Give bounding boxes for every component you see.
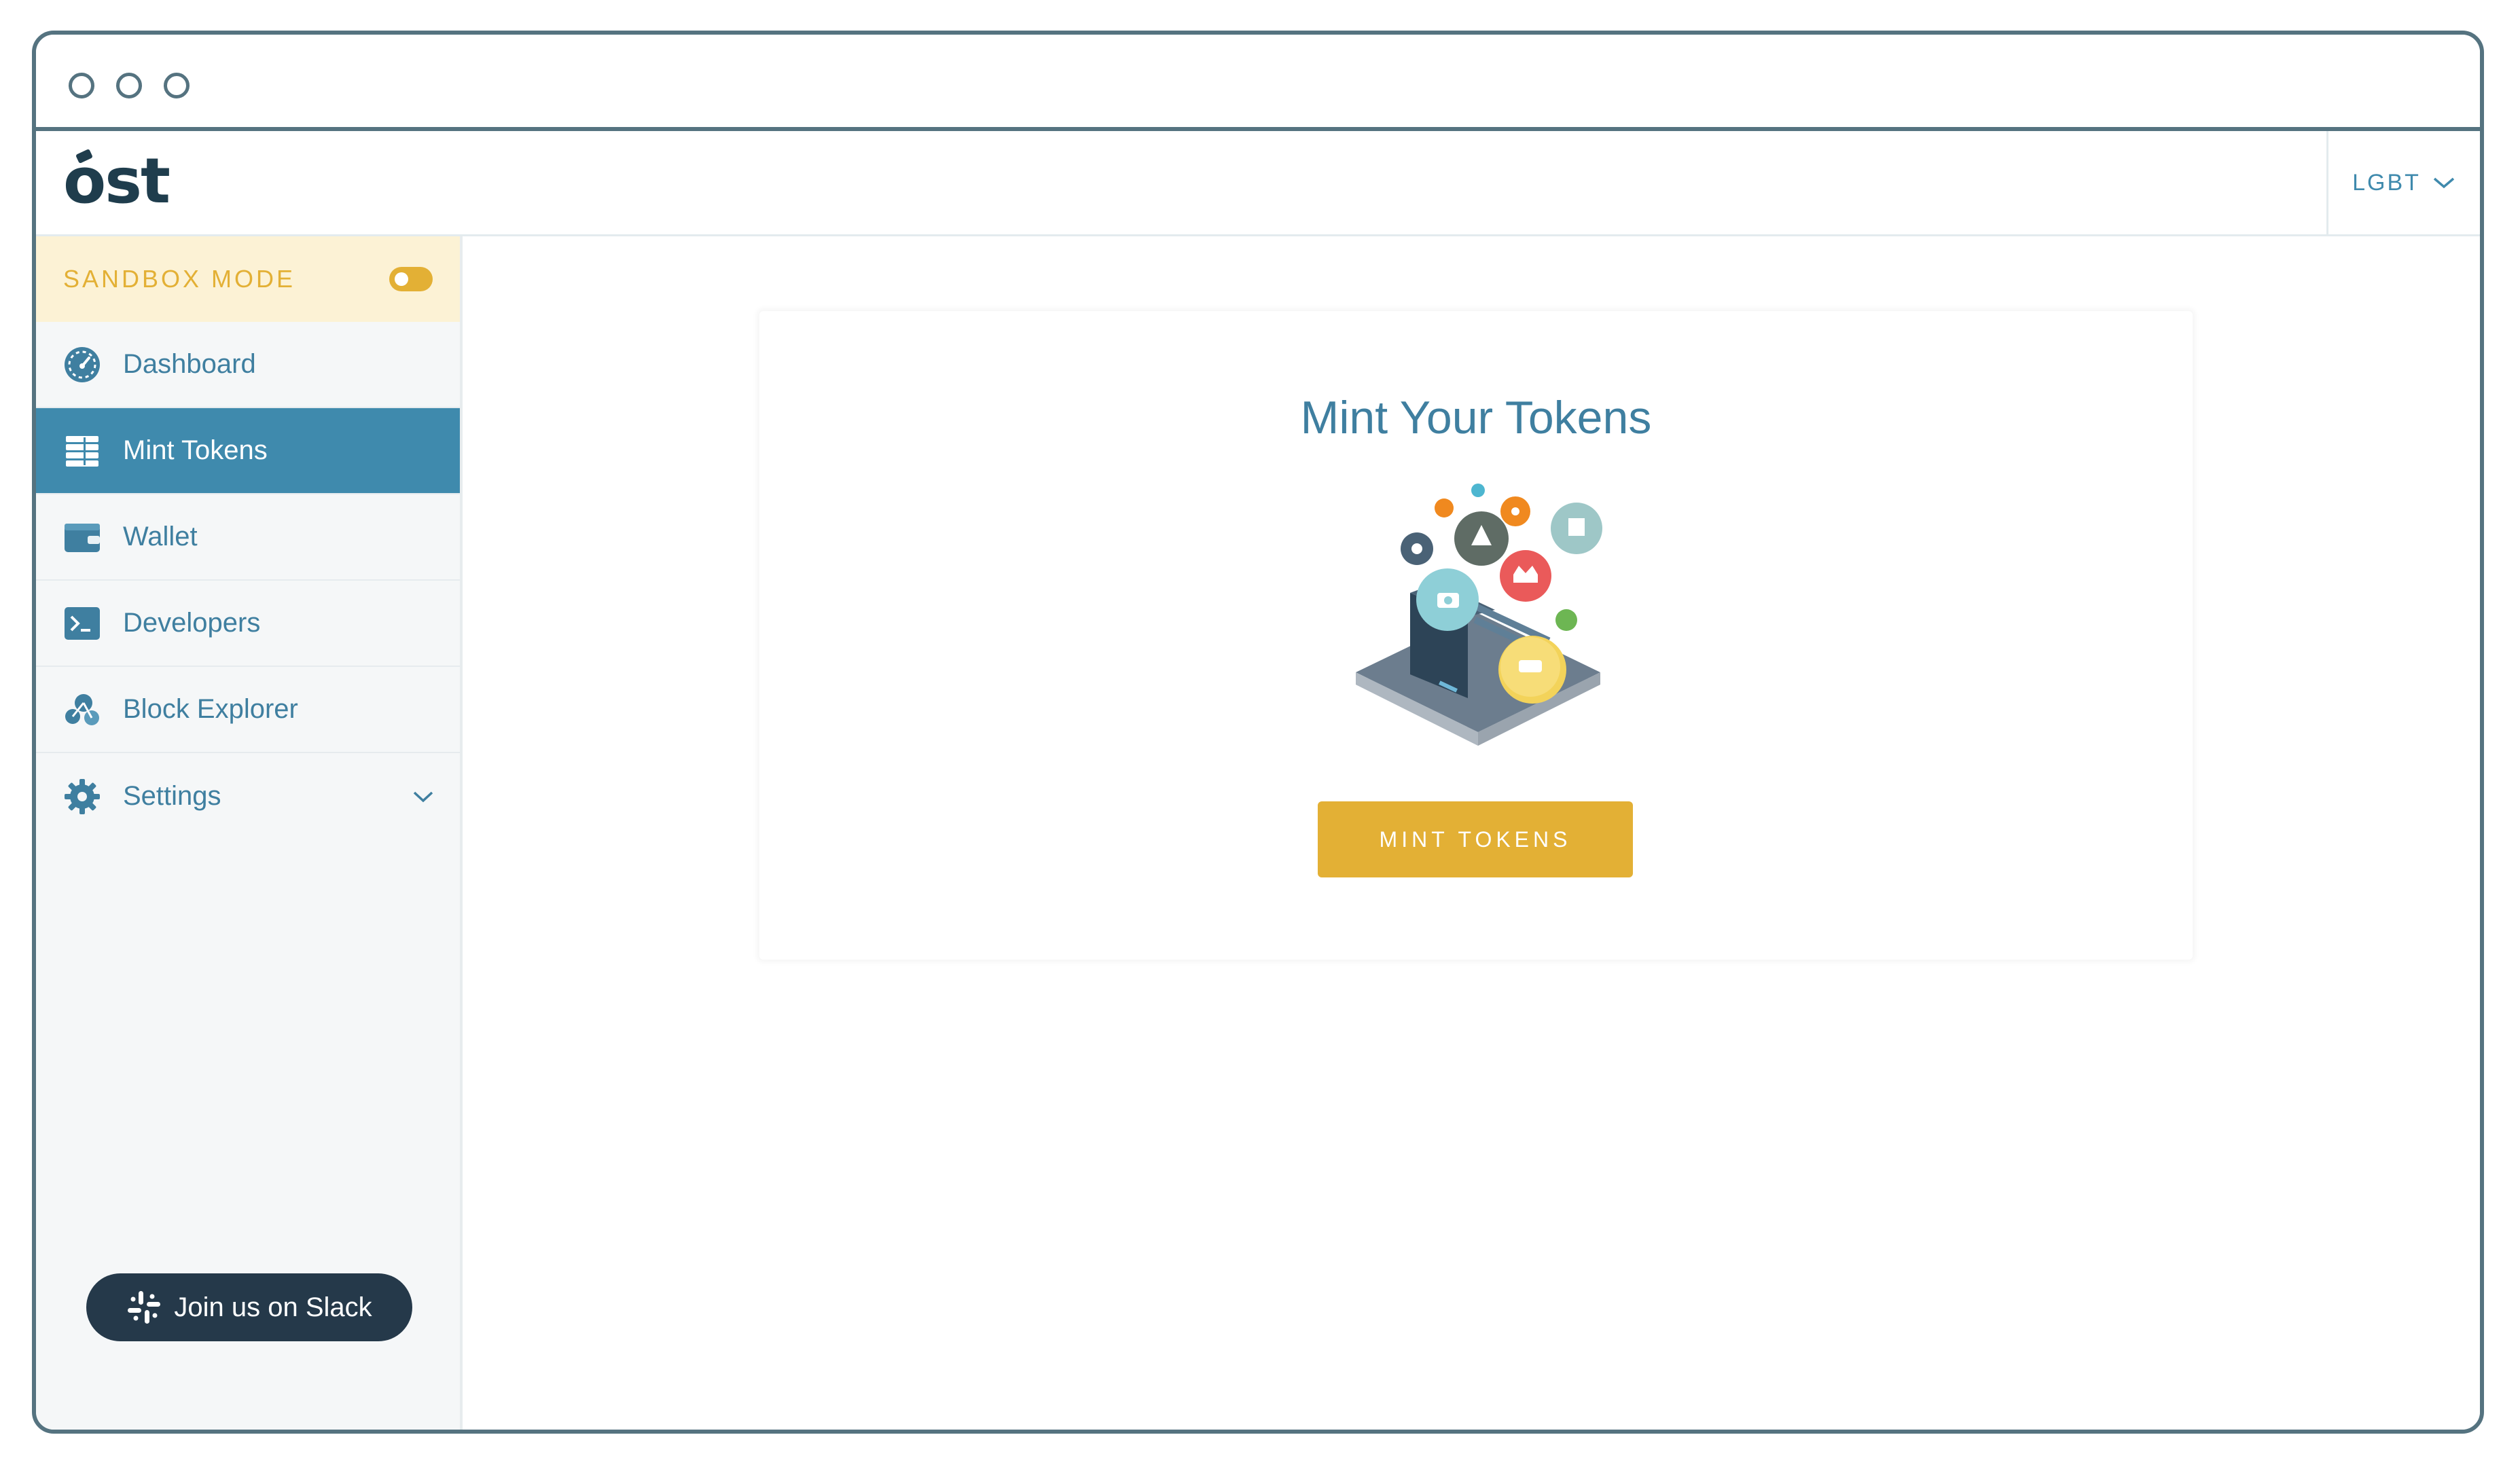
slack-icon	[128, 1291, 161, 1324]
token-minting-illustration	[1356, 484, 1602, 746]
mint-tokens-button[interactable]: MINT TOKENS	[1318, 801, 1633, 877]
sidebar-item-settings[interactable]: Settings	[36, 753, 460, 839]
gear-icon	[63, 778, 101, 816]
sidebar-item-dashboard[interactable]: Dashboard	[36, 322, 460, 408]
sidebar-item-label: Developers	[123, 608, 261, 638]
sandbox-mode-toggle[interactable]	[389, 267, 433, 291]
join-slack-button[interactable]: Join us on Slack	[86, 1273, 412, 1341]
language-selector[interactable]: LGBT	[2326, 131, 2480, 234]
sidebar-item-mint-tokens[interactable]: Mint Tokens	[36, 408, 460, 494]
sidebar-item-label: Dashboard	[123, 349, 256, 379]
wallet-icon	[63, 518, 101, 556]
terminal-icon	[63, 604, 101, 642]
sandbox-mode-bar: SANDBOX MODE	[36, 236, 460, 322]
sidebar-item-label: Wallet	[123, 522, 198, 551]
coin-stack-icon	[63, 432, 101, 470]
sidebar-item-label: Settings	[123, 781, 221, 811]
window-maximize-control[interactable]	[164, 73, 190, 98]
sidebar-item-block-explorer[interactable]: Block Explorer	[36, 667, 460, 753]
sidebar: SANDBOX MODE Dashboard Mint Tokens Walle…	[36, 236, 463, 1430]
sidebar-item-developers[interactable]: Developers	[36, 581, 460, 667]
sidebar-item-label: Block Explorer	[123, 694, 298, 724]
window-titlebar	[36, 35, 2480, 131]
window-minimize-control[interactable]	[116, 73, 142, 98]
mint-tokens-button-label: MINT TOKENS	[1379, 827, 1572, 852]
sandbox-mode-label: SANDBOX MODE	[63, 265, 296, 293]
network-icon	[63, 691, 101, 729]
sidebar-item-label: Mint Tokens	[123, 435, 268, 465]
browser-window: ost LGBT SANDBOX MODE Dashboard Mint Tok…	[32, 31, 2484, 1434]
card-title: Mint Your Tokens	[1300, 392, 1652, 443]
language-selector-value: LGBT	[2352, 169, 2421, 196]
join-slack-label: Join us on Slack	[174, 1292, 372, 1322]
chevron-down-icon[interactable]	[412, 789, 434, 804]
window-close-control[interactable]	[69, 73, 94, 98]
speedometer-icon	[63, 346, 101, 384]
app-header: ost LGBT	[36, 131, 2480, 236]
mint-tokens-card: Mint Your Tokens MINT TOKENS	[759, 311, 2193, 960]
chevron-down-icon	[2433, 177, 2455, 189]
sidebar-item-wallet[interactable]: Wallet	[36, 494, 460, 581]
main-content: Mint Your Tokens MINT TOKENS	[463, 236, 2480, 1430]
